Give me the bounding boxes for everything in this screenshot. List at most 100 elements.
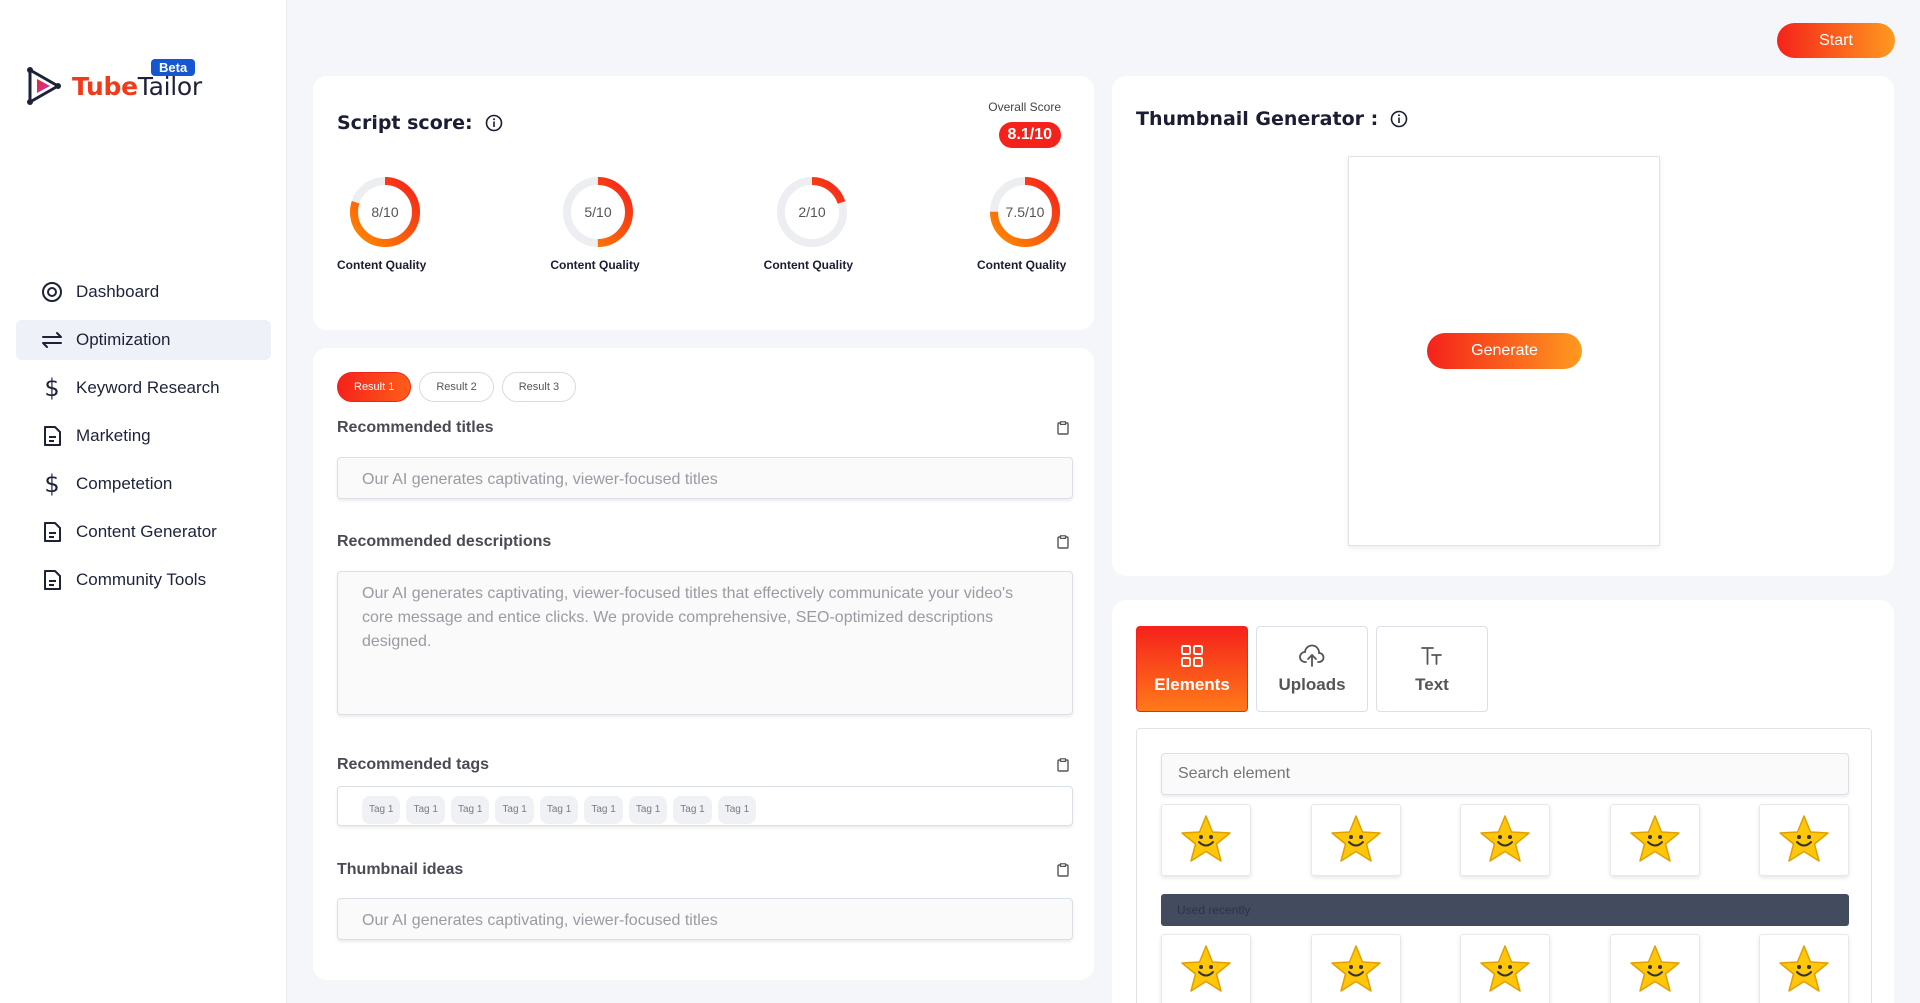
gauge-ring: 2/10 (776, 177, 847, 247)
clipboard-icon[interactable] (1056, 863, 1070, 877)
star-face-icon (1181, 815, 1231, 862)
element-tile[interactable] (1161, 934, 1251, 1003)
arrows-icon (40, 328, 64, 352)
star-face-icon (1181, 945, 1231, 992)
gauge-value: 8/10 (371, 204, 398, 220)
text-icon (1421, 647, 1442, 665)
star-face-icon (1629, 815, 1680, 862)
tag-chip[interactable]: Tag 1 (673, 796, 712, 824)
results-card: Result 1 Result 2 Result 3 Recommended t… (313, 348, 1094, 980)
score-gauges: 8/10 Content Quality 5/10 Content Qualit… (337, 176, 1077, 272)
sidebar-item-keyword-research[interactable]: $ Keyword Research (16, 368, 271, 408)
gauge-value: 2/10 (798, 204, 825, 220)
grid-icon (1181, 645, 1203, 667)
recent-elements-grid (1161, 934, 1849, 1003)
clipboard-icon[interactable] (1056, 758, 1070, 772)
script-score-card: Script score: Overall Score 8.1/10 8/10 … (313, 76, 1094, 330)
recommended-titles-field[interactable]: Our AI generates captivating, viewer-foc… (337, 457, 1073, 499)
thumbnail-generator-title: Thumbnail Generator : (1136, 108, 1408, 130)
recommended-descriptions-label: Recommended descriptions (337, 533, 552, 550)
recommended-tags-label: Recommended tags (337, 756, 490, 773)
sidebar-item-marketing[interactable]: Marketing (16, 416, 271, 456)
tag-chip[interactable]: Tag 1 (628, 796, 668, 824)
tab-text[interactable]: Text (1376, 626, 1488, 712)
tab-elements[interactable]: Elements (1136, 626, 1248, 712)
element-tile[interactable] (1310, 804, 1401, 876)
tag-chip[interactable]: Tag 1 (539, 796, 579, 824)
score-gauge: 2/10 Content Quality (764, 176, 864, 272)
star-face-icon (1480, 815, 1530, 862)
tag-chip[interactable]: Tag 1 (717, 796, 757, 824)
result-tabs: Result 1 Result 2 Result 3 (337, 372, 584, 402)
info-icon[interactable] (485, 114, 503, 132)
star-face-icon (1779, 945, 1829, 992)
tag-chip[interactable]: Tag 1 (450, 796, 490, 824)
clipboard-icon[interactable] (1056, 535, 1070, 549)
sidebar-item-label: Dashboard (76, 282, 160, 301)
search-element-input[interactable] (1161, 753, 1849, 795)
tab-result-1[interactable]: Result 1 (337, 372, 412, 402)
start-button[interactable]: Start (1777, 23, 1895, 58)
element-tile[interactable] (1460, 804, 1550, 876)
used-recently-bar: Used recently (1161, 894, 1849, 926)
logo-icon (27, 67, 61, 105)
sidebar-item-competetion[interactable]: $ Competetion (16, 464, 271, 504)
element-tile[interactable] (1310, 934, 1401, 1003)
recommended-titles-label: Recommended titles (337, 419, 494, 436)
document-icon (40, 568, 64, 592)
dashboard-icon (40, 280, 64, 304)
score-gauge: 7.5/10 Content Quality (977, 176, 1077, 272)
tab-uploads[interactable]: Uploads (1256, 626, 1368, 712)
gauge-label: Content Quality (976, 258, 1067, 272)
sidebar-item-label: Keyword Research (76, 378, 220, 397)
star-face-icon (1629, 945, 1680, 992)
overall-score-badge: 8.1/10 (998, 122, 1061, 148)
thumbnail-generator-card: Thumbnail Generator : Generate (1112, 76, 1894, 576)
info-icon[interactable] (1390, 110, 1408, 128)
generate-button[interactable]: Generate (1427, 333, 1582, 369)
sidebar-item-label: Optimization (76, 330, 171, 349)
element-tile[interactable] (1460, 934, 1550, 1003)
sidebar-item-content-generator[interactable]: Content Generator (16, 512, 271, 552)
elements-panel: Used recently (1136, 728, 1872, 1003)
element-tile[interactable] (1609, 804, 1700, 876)
script-score-title: Script score: (337, 112, 503, 134)
tag-chip[interactable]: Tag 1 (584, 796, 623, 824)
star-face-icon (1330, 945, 1381, 992)
tag-chip[interactable]: Tag 1 (495, 796, 534, 824)
sidebar: TubeTailor Beta Dashboard Optimization $… (0, 0, 287, 1003)
sidebar-item-label: Marketing (76, 426, 151, 445)
dollar-icon: $ (44, 470, 60, 498)
star-face-icon (1480, 945, 1530, 992)
element-tile[interactable] (1161, 804, 1251, 876)
document-icon (40, 520, 64, 544)
gauge-ring: 7.5/10 (989, 177, 1060, 247)
gauge-label: Content Quality (763, 258, 853, 272)
sidebar-item-community-tools[interactable]: Community Tools (16, 560, 271, 600)
score-gauge: 5/10 Content Quality (550, 176, 650, 272)
tab-result-3[interactable]: Result 3 (501, 372, 577, 402)
sidebar-item-label: Community Tools (76, 570, 207, 589)
element-tile[interactable] (1609, 934, 1700, 1003)
tag-chip[interactable]: Tag 1 (362, 796, 401, 824)
star-face-icon (1330, 815, 1381, 862)
gauge-ring: 8/10 (350, 177, 420, 247)
sidebar-item-label: Competetion (76, 474, 173, 493)
sidebar-item-dashboard[interactable]: Dashboard (16, 272, 271, 312)
element-tile[interactable] (1759, 934, 1849, 1003)
logo[interactable]: TubeTailor Beta (24, 59, 202, 108)
gauge-ring: 5/10 (563, 177, 634, 247)
gauge-label: Content Quality (337, 258, 427, 272)
gauge-label: Content Quality (550, 258, 640, 272)
thumbnail-ideas-field[interactable]: Our AI generates captivating, viewer-foc… (337, 898, 1073, 940)
clipboard-icon[interactable] (1056, 421, 1070, 435)
gauge-value: 5/10 (585, 204, 612, 220)
element-tile[interactable] (1759, 804, 1849, 876)
sidebar-item-optimization[interactable]: Optimization (16, 320, 271, 360)
tag-chip[interactable]: Tag 1 (406, 796, 445, 824)
sidebar-item-label: Content Generator (76, 522, 217, 541)
document-icon (40, 424, 64, 448)
recommended-tags-field[interactable]: Tag 1 Tag 1 Tag 1 Tag 1 Tag 1 Tag 1 Tag 1 Tag 1… (337, 786, 1073, 826)
tab-result-2[interactable]: Result 2 (419, 372, 494, 402)
recommended-descriptions-field[interactable]: Our AI generates captivating, viewer-foc… (337, 571, 1073, 715)
